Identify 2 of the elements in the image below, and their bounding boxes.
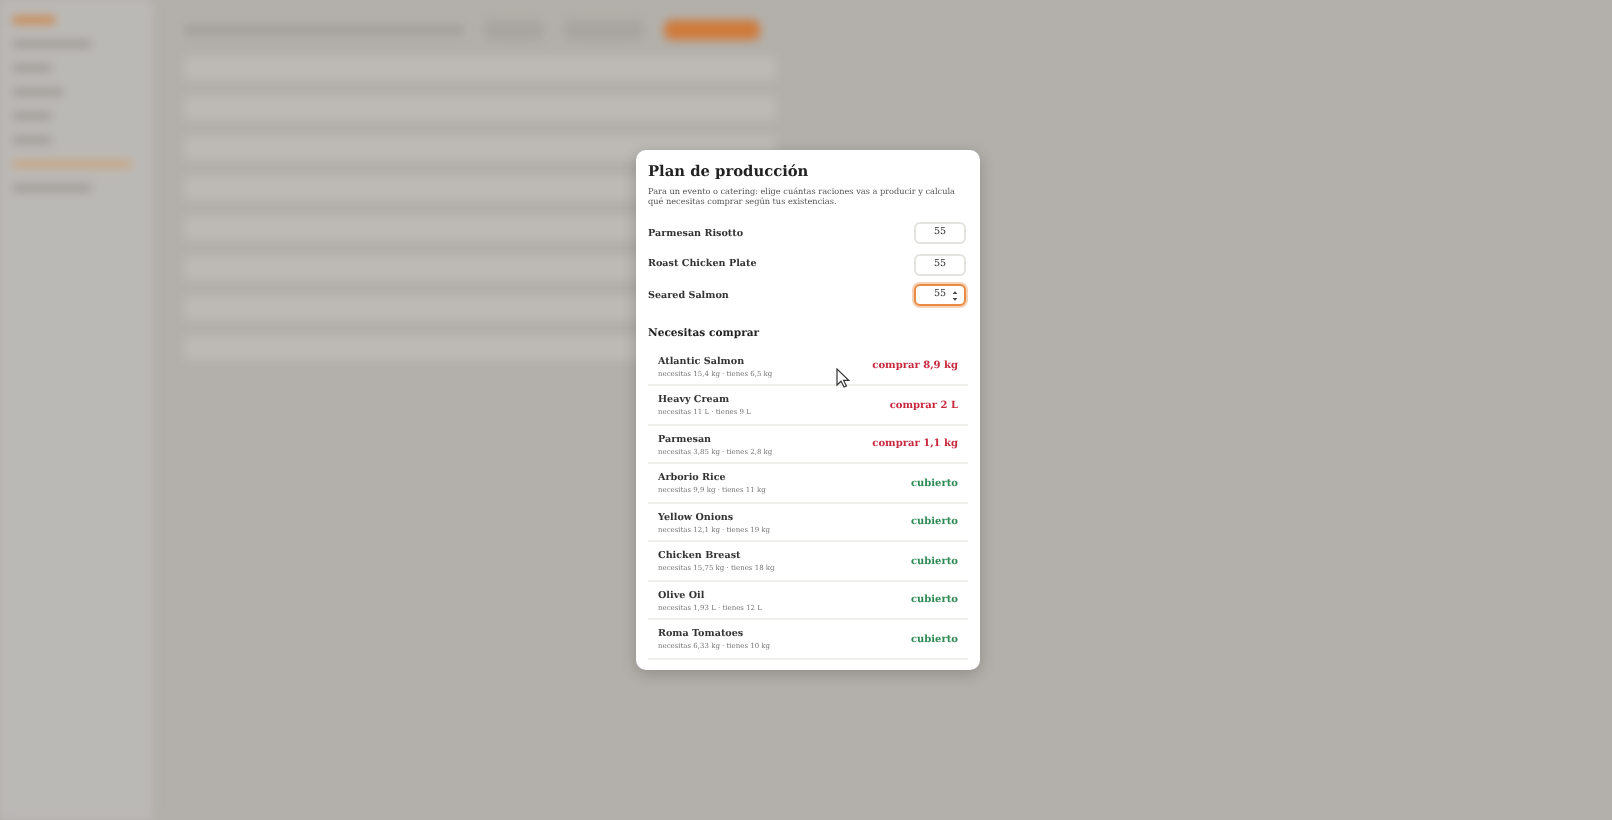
cursor-icon [836,368,850,388]
spinner-icon[interactable] [952,290,958,303]
